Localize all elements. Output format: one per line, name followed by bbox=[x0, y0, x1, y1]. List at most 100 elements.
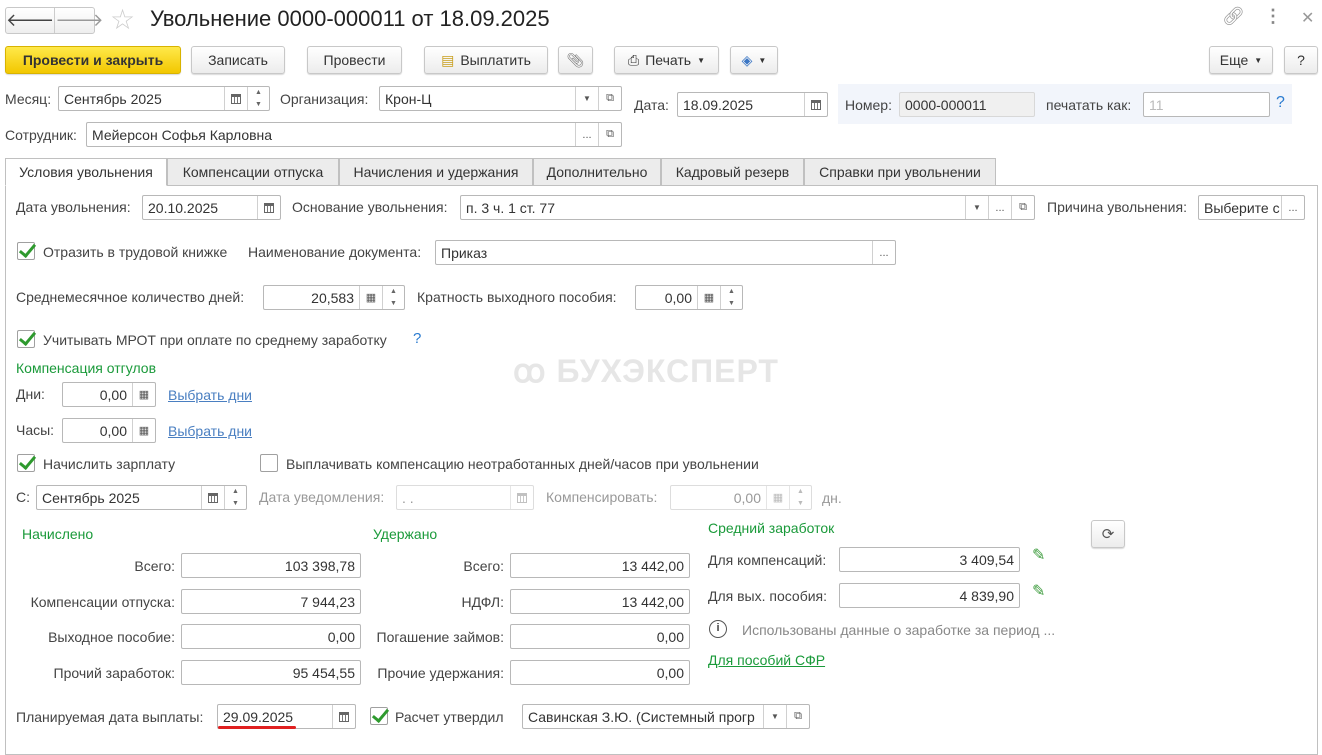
dropdown-icon[interactable]: ▼ bbox=[763, 705, 786, 728]
severance-mult-value: 0,00 bbox=[664, 289, 692, 306]
accrue-salary-checkbox[interactable] bbox=[17, 454, 35, 472]
open-icon[interactable]: ⧉ bbox=[598, 123, 621, 146]
choose-days-link[interactable]: Выбрать дни bbox=[168, 423, 252, 439]
spinner[interactable]: ▲ ▼ bbox=[382, 286, 404, 309]
print-button[interactable]: ⎙ Печать ▼ bbox=[614, 46, 719, 74]
calendar-icon[interactable] bbox=[224, 87, 247, 110]
accrued-title: Начислено bbox=[22, 526, 94, 542]
withheld-loans-field: 0,00 bbox=[510, 624, 690, 649]
withheld-ndfl-field: 13 442,00 bbox=[510, 589, 690, 614]
choose-days-link[interactable]: Выбрать дни bbox=[168, 387, 252, 403]
basis-field[interactable]: п. 3 ч. 1 ст. 77 ▼... ⧉ bbox=[460, 195, 1035, 220]
calendar-icon[interactable] bbox=[804, 93, 827, 116]
print-as-field[interactable]: 11 bbox=[1143, 92, 1270, 117]
withheld-loans-value: 0,00 bbox=[656, 628, 684, 645]
create-based-on-button[interactable]: ◈ ▼ bbox=[730, 46, 778, 74]
withheld-other-value: 0,00 bbox=[656, 664, 684, 681]
pay-comp-label: Выплачивать компенсацию неотработанных д… bbox=[286, 456, 759, 472]
dismissal-date-value: 20.10.2025 bbox=[148, 199, 219, 216]
post-and-close-button[interactable]: Провести и закрыть bbox=[5, 46, 181, 74]
tab-label: Кадровый резерв bbox=[675, 164, 790, 180]
open-icon[interactable]: ⧉ bbox=[598, 87, 621, 110]
help-question-icon[interactable]: ? bbox=[1276, 94, 1285, 112]
open-icon[interactable]: ⧉ bbox=[786, 705, 809, 728]
number-label: Номер: bbox=[845, 97, 892, 113]
spinner[interactable]: ▲ ▼ bbox=[224, 486, 246, 509]
compensate-label: Компенсировать: bbox=[546, 489, 658, 505]
date-field[interactable]: 18.09.2025 bbox=[677, 92, 828, 117]
employee-field[interactable]: Мейерсон Софья Карловна... ⧉ bbox=[86, 122, 622, 147]
open-icon[interactable]: ⧉ bbox=[1011, 196, 1034, 219]
attach-button[interactable]: 📎︎ bbox=[558, 46, 593, 74]
month-field[interactable]: Сентябрь 2025 ▲ ▼ bbox=[58, 86, 270, 111]
tab-personnel-reserve[interactable]: Кадровый резерв bbox=[661, 158, 804, 186]
calendar-icon[interactable] bbox=[257, 196, 280, 219]
help-question-icon[interactable]: ? bbox=[413, 330, 421, 347]
tab-certificates[interactable]: Справки при увольнении bbox=[804, 158, 996, 186]
org-label: Организация: bbox=[280, 91, 369, 107]
notice-date-value: . . bbox=[402, 489, 414, 506]
days-label: Дни: bbox=[16, 386, 45, 402]
accrued-vacation-label: Компенсации отпуска: bbox=[30, 594, 175, 610]
favorite-star-icon[interactable]: ☆ bbox=[110, 3, 135, 36]
calculator-icon[interactable]: ▦ bbox=[359, 286, 382, 309]
month-spinner[interactable]: ▲ ▼ bbox=[247, 87, 269, 110]
workbook-checkbox[interactable] bbox=[17, 242, 35, 260]
sfr-link[interactable]: Для пособий СФР bbox=[708, 652, 825, 668]
help-button[interactable]: ? bbox=[1284, 46, 1318, 74]
forward-button[interactable]: 🡒 bbox=[55, 8, 103, 33]
compensate-field: 0,00 ▦ ▲ ▼ bbox=[670, 485, 812, 510]
select-ellipsis-button[interactable]: ... bbox=[872, 241, 895, 264]
spinner[interactable]: ▲ ▼ bbox=[720, 286, 742, 309]
dropdown-icon[interactable]: ▼ bbox=[575, 87, 598, 110]
withheld-ndfl-value: 13 442,00 bbox=[621, 593, 684, 610]
tab-additional[interactable]: Дополнительно bbox=[533, 158, 661, 186]
approved-field[interactable]: Савинская З.Ю. (Системный прогр ▼ ⧉ bbox=[522, 704, 810, 729]
back-button[interactable]: 🡐 bbox=[6, 8, 56, 33]
edit-pencil-icon[interactable]: ✎ bbox=[1032, 545, 1045, 565]
save-button[interactable]: Записать bbox=[191, 46, 285, 74]
pay-button[interactable]: ▤ Выплатить bbox=[424, 46, 548, 74]
withheld-other-label: Прочие удержания: bbox=[377, 665, 504, 681]
from-field[interactable]: Сентябрь 2025 ▲ ▼ bbox=[36, 485, 247, 510]
chevron-down-icon: ▼ bbox=[1254, 55, 1263, 65]
refresh-button[interactable]: ⟳ bbox=[1091, 520, 1125, 548]
calculator-icon[interactable]: ▦ bbox=[697, 286, 720, 309]
avg-days-field[interactable]: 20,583 ▦ ▲ ▼ bbox=[263, 285, 405, 310]
calculator-icon[interactable]: ▦ bbox=[132, 383, 155, 406]
tab-dismissal-conditions[interactable]: Условия увольнения bbox=[5, 158, 167, 186]
days-unit: дн. bbox=[822, 490, 842, 506]
pay-comp-checkbox[interactable] bbox=[260, 454, 278, 472]
days-field[interactable]: 0,00 ▦ bbox=[62, 382, 156, 407]
doc-name-field[interactable]: Приказ... bbox=[435, 240, 896, 265]
close-icon[interactable]: ✕ bbox=[1301, 8, 1314, 28]
calculator-icon[interactable]: ▦ bbox=[132, 419, 155, 442]
select-ellipsis-button[interactable]: ... bbox=[988, 196, 1011, 219]
more-label: Еще bbox=[1219, 52, 1249, 68]
avg-comp-value: 3 409,54 bbox=[959, 551, 1015, 568]
post-and-close-label: Провести и закрыть bbox=[22, 52, 164, 68]
approved-checkbox[interactable] bbox=[370, 707, 388, 725]
calendar-icon[interactable] bbox=[332, 705, 355, 728]
link-icon[interactable]: 🔗︎ bbox=[1222, 6, 1245, 27]
reason-field[interactable]: Выберите с... bbox=[1198, 195, 1305, 220]
severance-mult-field[interactable]: 0,00 ▦ ▲ ▼ bbox=[635, 285, 743, 310]
select-ellipsis-button[interactable]: ... bbox=[575, 123, 598, 146]
dropdown-icon[interactable]: ▼ bbox=[965, 196, 988, 219]
tab-accruals-deductions[interactable]: Начисления и удержания bbox=[339, 158, 533, 186]
calendar-icon[interactable] bbox=[201, 486, 224, 509]
month-value: Сентябрь 2025 bbox=[64, 90, 162, 107]
post-button[interactable]: Провести bbox=[307, 46, 402, 74]
tab-vacation-compensation[interactable]: Компенсации отпуска bbox=[167, 158, 339, 186]
more-vert-icon[interactable]: ⋮ bbox=[1264, 6, 1282, 27]
select-ellipsis-button[interactable]: ... bbox=[1281, 196, 1304, 219]
approved-label: Расчет утвердил bbox=[395, 709, 504, 725]
mrot-checkbox[interactable] bbox=[17, 330, 35, 348]
tab-label: Дополнительно bbox=[546, 164, 648, 180]
more-button[interactable]: Еще ▼ bbox=[1209, 46, 1273, 74]
hours-field[interactable]: 0,00 ▦ bbox=[62, 418, 156, 443]
avg-sev-value: 4 839,90 bbox=[959, 587, 1015, 604]
org-field[interactable]: Крон-Ц ▼ ⧉ bbox=[379, 86, 622, 111]
dismissal-date-field[interactable]: 20.10.2025 bbox=[142, 195, 281, 220]
edit-pencil-icon[interactable]: ✎ bbox=[1032, 581, 1045, 601]
